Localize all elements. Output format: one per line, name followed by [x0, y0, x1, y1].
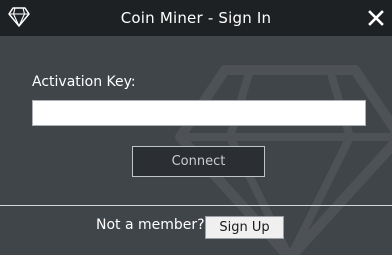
close-icon[interactable]: [366, 8, 386, 28]
activation-key-label: Activation Key:: [32, 74, 136, 90]
connect-button[interactable]: Connect: [132, 146, 265, 177]
footer-divider: [0, 205, 392, 206]
sign-in-window: Coin Miner - Sign In Activation Key: Con…: [0, 0, 392, 255]
not-a-member-text: Not a member?: [96, 217, 205, 233]
window-title: Coin Miner - Sign In: [120, 9, 272, 27]
sign-up-button[interactable]: Sign Up: [205, 216, 284, 239]
activation-key-input[interactable]: [32, 100, 366, 126]
title-bar[interactable]: Coin Miner - Sign In: [0, 0, 392, 36]
